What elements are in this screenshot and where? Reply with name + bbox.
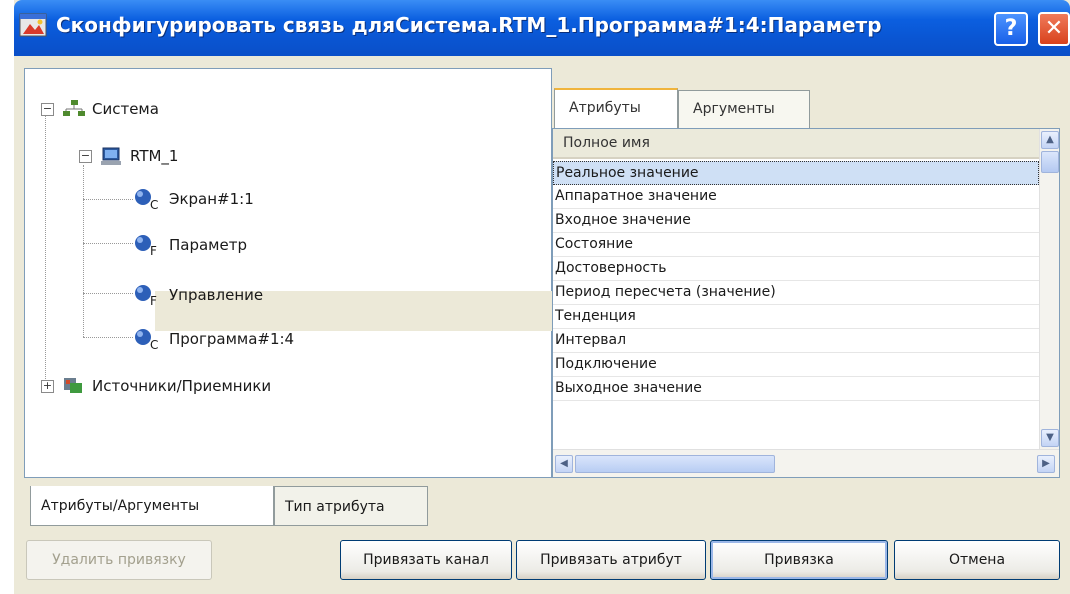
component-c-icon: C <box>135 189 158 211</box>
list-item[interactable]: Состояние <box>553 233 1039 257</box>
bind-channel-button[interactable]: Привязать канал <box>340 540 512 580</box>
tree-item-parameter[interactable]: F Параметр <box>133 233 247 257</box>
list-item[interactable]: Подключение <box>553 353 1039 377</box>
list-item[interactable]: Интервал <box>553 329 1039 353</box>
list-item[interactable]: Достоверность <box>553 257 1039 281</box>
network-icon <box>63 100 85 116</box>
list-item[interactable]: Входное значение <box>553 209 1039 233</box>
collapse-icon[interactable]: − <box>79 149 92 163</box>
list-item[interactable]: Выходное значение <box>553 377 1039 401</box>
svg-text:F: F <box>150 244 157 257</box>
tree-item-label: Управление <box>169 286 264 304</box>
tab-attributes[interactable]: Атрибуты <box>554 88 678 128</box>
svg-text:C: C <box>150 198 158 211</box>
tree-connector <box>83 199 133 200</box>
close-button[interactable]: ✕ <box>1038 12 1070 46</box>
bind-attribute-button[interactable]: Привязать атрибут <box>516 540 706 580</box>
scroll-left-icon[interactable]: ◀ <box>555 455 573 473</box>
tree-connector <box>83 243 133 244</box>
list-item[interactable]: Реальное значение <box>553 161 1039 185</box>
scroll-thumb[interactable] <box>575 455 775 473</box>
tree-connector <box>83 293 133 294</box>
tree-item-screen[interactable]: C Экран#1:1 <box>133 187 254 211</box>
tab-attribute-type[interactable]: Тип атрибута <box>274 486 428 526</box>
attribute-list[interactable]: Полное имя Реальное значение Аппаратное … <box>552 128 1060 478</box>
computer-icon <box>101 147 121 165</box>
window-title: Сконфигурировать связь дляСистема.RTM_1.… <box>56 13 882 37</box>
list-item[interactable]: Аппаратное значение <box>553 185 1039 209</box>
svg-text:C: C <box>150 338 158 351</box>
tree-item-label: Источники/Приемники <box>92 377 272 395</box>
scroll-thumb[interactable] <box>1041 151 1059 173</box>
help-button[interactable]: ? <box>994 12 1028 46</box>
tree-item-label: Система <box>92 100 159 118</box>
svg-text:F: F <box>150 294 157 307</box>
remove-binding-button[interactable]: Удалить привязку <box>26 540 212 580</box>
tree-item-program[interactable]: C Программа#1:4 <box>133 327 294 351</box>
horizontal-scrollbar[interactable]: ◀ ▶ <box>553 449 1059 477</box>
tree-item-label: Программа#1:4 <box>169 330 295 348</box>
tab-attributes-arguments[interactable]: Атрибуты/Аргументы <box>30 486 274 526</box>
component-f-icon: F <box>135 235 157 257</box>
component-f-icon: F <box>135 285 157 307</box>
tree-connector <box>83 165 84 337</box>
column-header-full-name[interactable]: Полное имя <box>553 129 1039 159</box>
tree-item-label: Экран#1:1 <box>169 190 254 208</box>
binding-button[interactable]: Привязка <box>710 540 888 580</box>
expand-icon[interactable]: + <box>41 379 54 393</box>
tree-item-sources[interactable]: + Источники/Приемники <box>41 375 271 397</box>
title-bar[interactable]: Сконфигурировать связь дляСистема.RTM_1.… <box>14 0 1070 56</box>
vertical-scrollbar[interactable]: ▲ ▼ <box>1039 129 1059 449</box>
tree-connector <box>83 337 133 338</box>
scroll-down-icon[interactable]: ▼ <box>1041 429 1059 447</box>
object-tree[interactable]: − Система − RTM_1 C Экран#1:1 F Параметр… <box>24 68 553 478</box>
tree-item-system[interactable]: − Система <box>41 99 159 119</box>
collapse-icon[interactable]: − <box>41 102 54 116</box>
tree-item-control[interactable]: F Управление <box>133 283 263 307</box>
app-icon <box>19 13 47 37</box>
sources-icon <box>64 378 82 393</box>
scroll-up-icon[interactable]: ▲ <box>1041 131 1059 149</box>
component-c-icon: C <box>135 329 158 351</box>
list-item[interactable]: Тенденция <box>553 305 1039 329</box>
scroll-right-icon[interactable]: ▶ <box>1037 455 1055 473</box>
tree-item-rtm[interactable]: − RTM_1 <box>79 145 178 167</box>
cancel-button[interactable]: Отмена <box>894 540 1060 580</box>
tree-item-label: RTM_1 <box>130 147 179 165</box>
list-item[interactable]: Период пересчета (значение) <box>553 281 1039 305</box>
tab-arguments[interactable]: Аргументы <box>678 90 810 128</box>
tree-item-label: Параметр <box>169 236 247 254</box>
tree-connector <box>45 113 46 381</box>
dialog-window: Сконфигурировать связь дляСистема.RTM_1.… <box>14 0 1070 594</box>
